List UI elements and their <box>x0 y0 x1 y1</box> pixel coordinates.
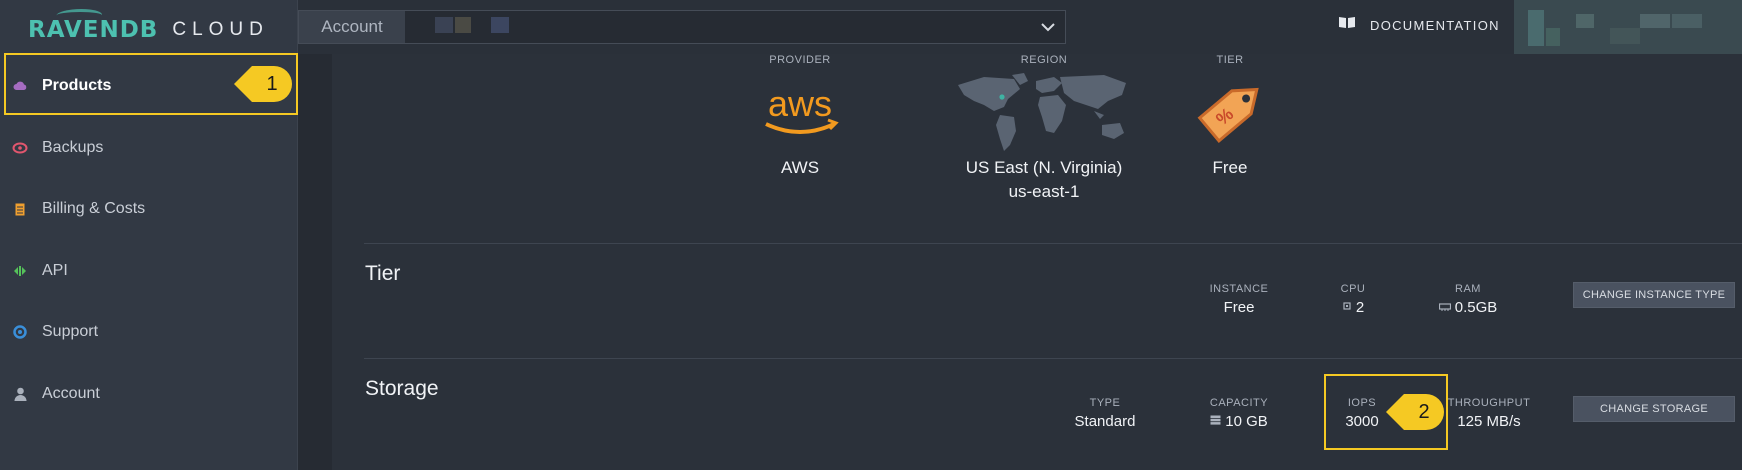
redacted-pixel <box>1640 14 1670 28</box>
throughput-value: 125 MB/s <box>1457 413 1521 430</box>
provider-column: PROVIDER aws AWS <box>750 54 850 178</box>
api-icon <box>12 263 28 279</box>
book-icon <box>1338 16 1356 34</box>
user-avatar-area[interactable] <box>1514 0 1742 54</box>
sidebar-item-support[interactable]: Support <box>0 302 298 362</box>
redacted-pixel <box>1546 28 1560 46</box>
account-dropdown[interactable] <box>405 11 1065 43</box>
storage-type-stat: TYPE Standard <box>1060 397 1150 430</box>
redacted-pixel <box>1672 14 1702 28</box>
sidebar-item-label: API <box>42 262 68 279</box>
capacity-value: 10 GB <box>1225 413 1268 430</box>
cpu-value: 2 <box>1355 299 1365 316</box>
change-instance-type-button[interactable]: CHANGE INSTANCE TYPE <box>1573 282 1735 308</box>
region-label: REGION <box>1020 54 1068 66</box>
provider-label: PROVIDER <box>769 54 831 66</box>
tier-label: TIER <box>1216 54 1244 66</box>
cpu-label: CPU <box>1340 283 1366 295</box>
storage-type-label: TYPE <box>1089 397 1121 409</box>
redacted-pixel <box>1576 14 1594 28</box>
callout-pointer <box>1386 394 1404 430</box>
redacted-block <box>455 17 471 33</box>
redacted-pixel <box>1528 10 1544 46</box>
documentation-link[interactable]: DOCUMENTATION <box>1338 16 1500 34</box>
account-label: Account <box>299 11 405 43</box>
callout-number: 2 <box>1404 394 1444 430</box>
billing-icon <box>12 201 28 217</box>
price-tag-icon: % <box>1180 66 1280 158</box>
memory-icon <box>1438 302 1451 314</box>
callout-number: 1 <box>252 66 292 102</box>
instance-stat: INSTANCE Free <box>1194 283 1284 316</box>
region-code: us-east-1 <box>1008 182 1080 201</box>
documentation-label: DOCUMENTATION <box>1370 17 1500 33</box>
account-selector[interactable]: Account <box>298 10 1066 44</box>
capacity-label: CAPACITY <box>1209 397 1269 409</box>
region-value: US East (N. Virginia) <box>965 158 1123 177</box>
redacted-block <box>491 17 509 33</box>
sidebar-item-billing[interactable]: Billing & Costs <box>0 179 298 239</box>
storage-stack-icon <box>1210 415 1221 428</box>
svg-text:aws: aws <box>768 83 832 124</box>
sidebar-item-label: Account <box>42 385 100 402</box>
ram-stat: RAM 0.5GB <box>1428 283 1508 316</box>
instance-label: INSTANCE <box>1209 283 1269 295</box>
tier-column: TIER % Free <box>1180 54 1280 178</box>
callout-1: 1 <box>234 66 292 102</box>
ram-value: 0.5GB <box>1454 299 1498 316</box>
tier-value: Free <box>1212 158 1248 177</box>
support-icon <box>12 324 28 340</box>
redacted-block <box>435 17 453 33</box>
tier-section-title: Tier <box>365 262 401 285</box>
user-icon <box>12 386 28 402</box>
product-details: PROVIDER aws AWS REGION US East (N. Virg… <box>332 54 1742 470</box>
storage-type-value: Standard <box>1074 413 1136 430</box>
capacity-stat: CAPACITY 10 GB <box>1194 397 1284 430</box>
sidebar-item-label: Billing & Costs <box>42 200 146 217</box>
sidebar-item-api[interactable]: API <box>0 241 298 301</box>
callout-2: 2 <box>1386 394 1444 430</box>
section-divider <box>364 358 1742 359</box>
cpu-chip-icon <box>1342 301 1352 314</box>
throughput-label: THROUGHPUT <box>1447 397 1531 409</box>
sidebar-item-account[interactable]: Account <box>0 364 298 424</box>
backup-icon <box>12 140 28 156</box>
top-bar: Account DOCUMENTATION <box>298 0 1742 54</box>
callout-pointer <box>234 66 252 102</box>
cpu-stat: CPU 2 <box>1318 283 1388 316</box>
section-divider <box>364 243 1742 244</box>
content-gutter <box>298 54 332 470</box>
logo-main-text: RAVENDB <box>28 17 159 43</box>
throughput-stat: THROUGHPUT 125 MB/s <box>1444 397 1534 430</box>
world-map-icon <box>954 66 1134 158</box>
ravendb-cloud-logo[interactable]: RAVENDB CLOUD <box>28 10 269 50</box>
logo-sub-text: CLOUD <box>172 19 269 40</box>
storage-section-title: Storage <box>365 377 439 400</box>
sidebar-item-backups[interactable]: Backups <box>0 118 298 178</box>
ram-label: RAM <box>1455 283 1481 295</box>
sidebar-item-label: Support <box>42 323 99 340</box>
redacted-pixel <box>1610 28 1640 44</box>
region-column: REGION US East (N. Virginia) us-east-1 <box>954 54 1134 202</box>
change-storage-button[interactable]: CHANGE STORAGE <box>1573 396 1735 422</box>
provider-value: AWS <box>780 158 820 177</box>
instance-value: Free <box>1223 299 1255 316</box>
chevron-down-icon[interactable] <box>1041 19 1055 35</box>
aws-logo: aws <box>750 66 850 158</box>
sidebar-item-label: Backups <box>42 139 104 156</box>
